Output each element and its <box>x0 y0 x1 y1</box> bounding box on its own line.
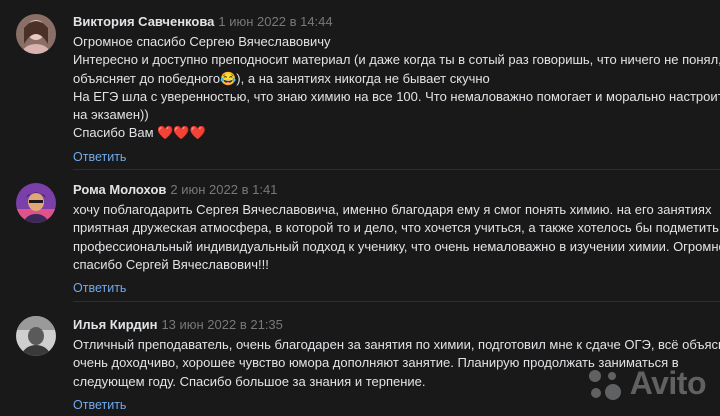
text-line: Спасибо Вам ❤️❤️❤️ <box>73 125 206 141</box>
text-line: Отличный преподаватель, очень благодарен… <box>73 337 720 352</box>
author-name[interactable]: Рома Молохов <box>73 182 166 197</box>
text-line: профессиональный индивидуальный подход к… <box>73 238 720 254</box>
avatar[interactable] <box>16 316 56 356</box>
avatar[interactable] <box>16 14 56 54</box>
comment-date[interactable]: 1 июн 2022 в 14:44 <box>218 14 332 29</box>
comment-header: Виктория Савченкова 1 июн 2022 в 14:44 <box>73 13 703 30</box>
watermark-text: Avito <box>629 365 707 401</box>
avito-logo-icon <box>588 369 621 400</box>
comment-header: Рома Молохов 2 июн 2022 в 1:41 <box>73 181 703 198</box>
divider <box>73 301 720 302</box>
comment-text: Огромное спасибо Сергею Вячеславовичу Ин… <box>73 33 720 143</box>
comment-text: хочу поблагодарить Сергея Вячеславовича,… <box>73 201 720 274</box>
text-line: Интересно и доступно преподносит материа… <box>73 52 720 68</box>
comment-header: Илья Кирдин 13 июн 2022 в 21:35 <box>73 316 703 333</box>
text-line: объясняет до победного😂), а на занятиях … <box>73 70 490 86</box>
avatar[interactable] <box>16 183 56 223</box>
avito-watermark: Avito <box>586 365 707 402</box>
text-line: Огромное спасибо Сергею Вячеславовичу <box>73 34 331 49</box>
text-line: На ЕГЭ шла с уверенностью, что знаю хими… <box>73 88 720 104</box>
text-line: приятная дружеская атмосфера, в которой … <box>73 220 719 236</box>
reply-button[interactable]: Ответить <box>73 150 126 164</box>
comment-date[interactable]: 13 июн 2022 в 21:35 <box>161 317 282 332</box>
text-line: хочу поблагодарить Сергея Вячеславовича,… <box>73 202 712 217</box>
text-line: спасибо Сергей Вячеславович!!! <box>73 256 269 272</box>
comment-date[interactable]: 2 июн 2022 в 1:41 <box>170 182 277 197</box>
author-name[interactable]: Виктория Савченкова <box>73 14 214 29</box>
text-line: на экзамен)) <box>73 107 149 123</box>
reply-button[interactable]: Ответить <box>73 281 126 295</box>
author-name[interactable]: Илья Кирдин <box>73 317 157 332</box>
divider <box>73 169 720 170</box>
reply-button[interactable]: Ответить <box>73 398 126 412</box>
